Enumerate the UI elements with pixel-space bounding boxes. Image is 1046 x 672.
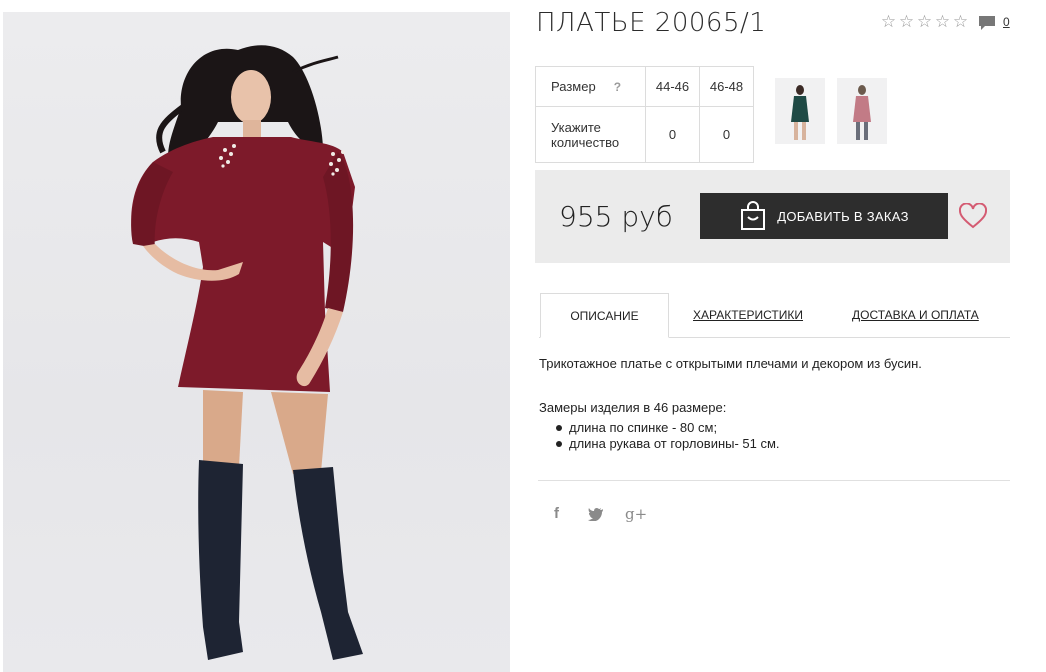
measures-title: Замеры изделия в 46 размере:	[539, 400, 727, 415]
google-plus-icon[interactable]: g+	[625, 505, 647, 523]
size-label-cell: Размер?	[535, 66, 646, 107]
size-table: Размер? 44-46 46-48 Укажите количество 0…	[535, 66, 754, 163]
rating-stars[interactable]: ☆ ☆ ☆ ☆ ☆	[880, 13, 969, 31]
description-text: Трикотажное платье с открытыми плечами и…	[539, 356, 922, 371]
list-item: длина по спинке - 80 см;	[556, 420, 780, 436]
product-photo[interactable]	[3, 12, 510, 672]
purchase-panel: 955 руб ДОБАВИТЬ В ЗАКАЗ	[535, 170, 1010, 263]
thumbnail-pink-dress[interactable]	[837, 78, 887, 144]
price: 955 руб	[559, 200, 673, 233]
quantity-label: Укажите количество	[535, 106, 646, 163]
comment-count-link[interactable]: 0	[1003, 15, 1010, 29]
star-icon[interactable]: ☆	[880, 13, 897, 31]
thumbnail-green-dress[interactable]	[775, 78, 825, 144]
tab-characteristics[interactable]: ХАРАКТЕРИСТИКИ	[693, 293, 803, 338]
shopping-bag-icon	[741, 201, 766, 230]
size-option: 44-46	[645, 66, 700, 107]
tab-delivery-payment[interactable]: ДОСТАВКА И ОПЛАТА	[852, 293, 979, 338]
list-item: длина рукава от горловины- 51 см.	[556, 436, 780, 452]
quantity-input[interactable]: 0	[645, 106, 700, 163]
heart-icon[interactable]	[959, 203, 987, 229]
star-icon[interactable]: ☆	[934, 13, 951, 31]
add-to-order-label: ДОБАВИТЬ В ЗАКАЗ	[777, 208, 909, 224]
size-label: Размер	[551, 79, 596, 94]
star-icon[interactable]: ☆	[898, 13, 915, 31]
facebook-icon[interactable]: f	[554, 505, 559, 522]
size-option: 46-48	[699, 66, 754, 107]
star-icon[interactable]: ☆	[916, 13, 933, 31]
tab-description[interactable]: ОПИСАНИЕ	[540, 293, 669, 338]
product-title: ПЛАТЬЕ 20065/1	[536, 8, 767, 38]
measures-list: длина по спинке - 80 см; длина рукава от…	[556, 420, 780, 452]
divider	[538, 480, 1010, 481]
product-tabs: ОПИСАНИЕ ХАРАКТЕРИСТИКИ ДОСТАВКА И ОПЛАТ…	[539, 293, 1010, 338]
help-icon[interactable]: ?	[614, 80, 621, 94]
twitter-icon[interactable]	[588, 507, 604, 521]
star-icon[interactable]: ☆	[952, 13, 969, 31]
model-illustration	[131, 45, 363, 660]
speech-bubble-icon[interactable]	[978, 15, 996, 31]
quantity-input[interactable]: 0	[699, 106, 754, 163]
add-to-order-button[interactable]: ДОБАВИТЬ В ЗАКАЗ	[700, 193, 948, 239]
